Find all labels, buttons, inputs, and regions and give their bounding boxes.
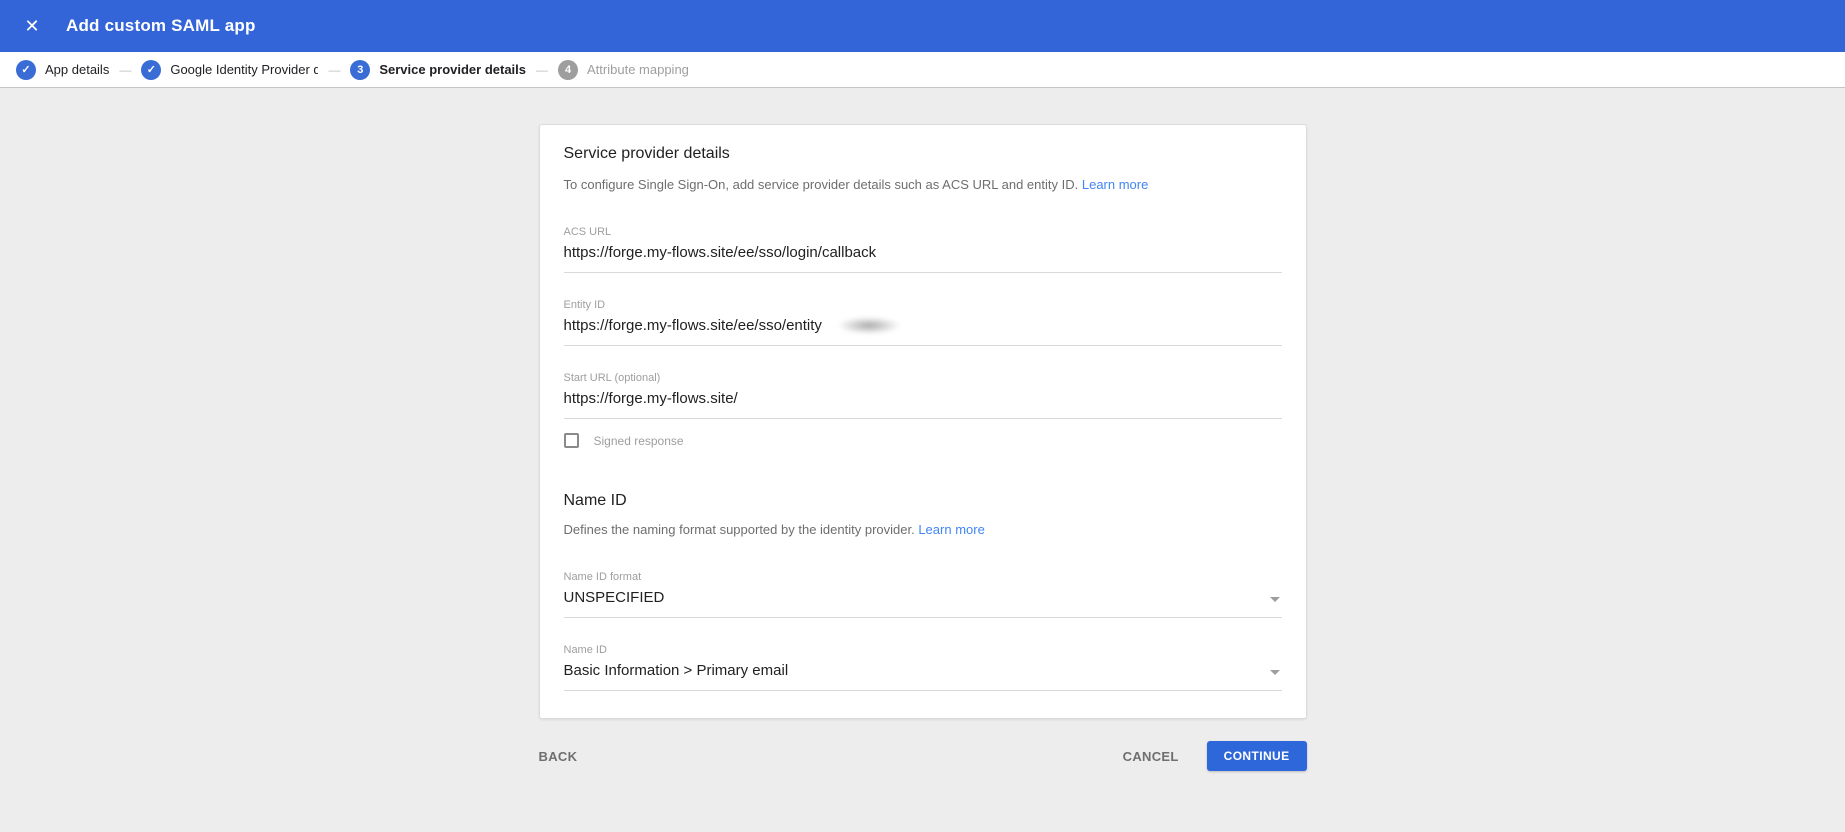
step-service-provider-details[interactable]: 3 Service provider details [350,59,527,80]
entity-id-field: Entity ID https://forge.my-flows.site/ee… [563,299,1282,346]
back-button[interactable]: BACK [539,749,578,764]
chevron-down-icon [1269,670,1280,675]
step-label: Service provider details [379,62,527,77]
cancel-button[interactable]: CANCEL [1123,749,1179,764]
signed-response-row: Signed response [563,433,1282,448]
name-id-format-value: UNSPECIFIED [563,589,665,606]
acs-url-label: ACS URL [563,226,612,238]
signed-response-label: Signed response [593,433,684,448]
step-google-idp-details[interactable]: ✓ Google Identity Provider details [141,59,319,80]
step-number-badge: 3 [350,59,371,80]
start-url-label: Start URL (optional) [563,372,661,384]
step-separator: — [119,62,132,77]
entity-id-value: https://forge.my-flows.site/ee/sso/entit… [563,317,822,334]
close-icon[interactable]: ✕ [20,14,44,38]
step-complete-check-icon: ✓ [141,59,162,80]
signed-response-checkbox[interactable] [563,433,579,448]
step-separator: — [328,62,341,77]
step-separator: — [536,62,549,77]
start-url-input[interactable]: https://forge.my-flows.site/ [563,390,1282,419]
redaction-blur [837,317,900,334]
name-id-description: Defines the naming format supported by t… [564,522,1282,537]
description-text: To configure Single Sign-On, add service… [563,177,1079,192]
name-id-value-text: Basic Information > Primary email [563,662,789,679]
service-provider-details-card: Service provider details To configure Si… [538,124,1307,719]
name-id-title: Name ID [563,492,627,509]
acs-url-value: https://forge.my-flows.site/ee/sso/login… [563,244,877,261]
acs-url-field: ACS URL https://forge.my-flows.site/ee/s… [563,226,1282,273]
step-complete-check-icon: ✓ [16,59,36,80]
step-app-details[interactable]: ✓ App details [16,59,110,80]
name-id-section: Name ID Defines the naming format suppor… [563,492,1282,691]
step-number-badge: 4 [558,59,579,80]
wizard-stepper: ✓ App details — ✓ Google Identity Provid… [0,52,1845,88]
learn-more-link[interactable]: Learn more [1082,177,1148,192]
step-label: App details [45,62,110,77]
start-url-field: Start URL (optional) https://forge.my-fl… [563,372,1282,419]
chevron-down-icon [1269,597,1280,602]
name-id-value-field: Name ID Basic Information > Primary emai… [563,644,1282,691]
start-url-value: https://forge.my-flows.site/ [563,390,738,407]
step-attribute-mapping[interactable]: 4 Attribute mapping [558,59,689,80]
name-id-value-label: Name ID [563,644,607,656]
continue-button[interactable]: CONTINUE [1206,741,1307,771]
wizard-actions: BACK CANCEL CONTINUE [539,741,1307,771]
description-text: Defines the naming format supported by t… [563,522,915,537]
learn-more-link[interactable]: Learn more [918,522,984,537]
step-label: Attribute mapping [587,62,689,77]
name-id-value-select[interactable]: Basic Information > Primary email [563,662,1282,691]
acs-url-input[interactable]: https://forge.my-flows.site/ee/sso/login… [563,244,1282,273]
entity-id-label: Entity ID [563,299,606,311]
card-title: Service provider details [563,145,730,162]
step-label: Google Identity Provider details [170,62,319,77]
entity-id-input[interactable]: https://forge.my-flows.site/ee/sso/entit… [563,317,1282,346]
name-id-format-select[interactable]: UNSPECIFIED [563,589,1282,618]
name-id-format-field: Name ID format UNSPECIFIED [563,571,1282,618]
name-id-format-label: Name ID format [563,571,642,583]
dialog-title: Add custom SAML app [66,16,256,35]
card-description: To configure Single Sign-On, add service… [564,177,1282,192]
appbar: ✕ Add custom SAML app [0,0,1845,52]
